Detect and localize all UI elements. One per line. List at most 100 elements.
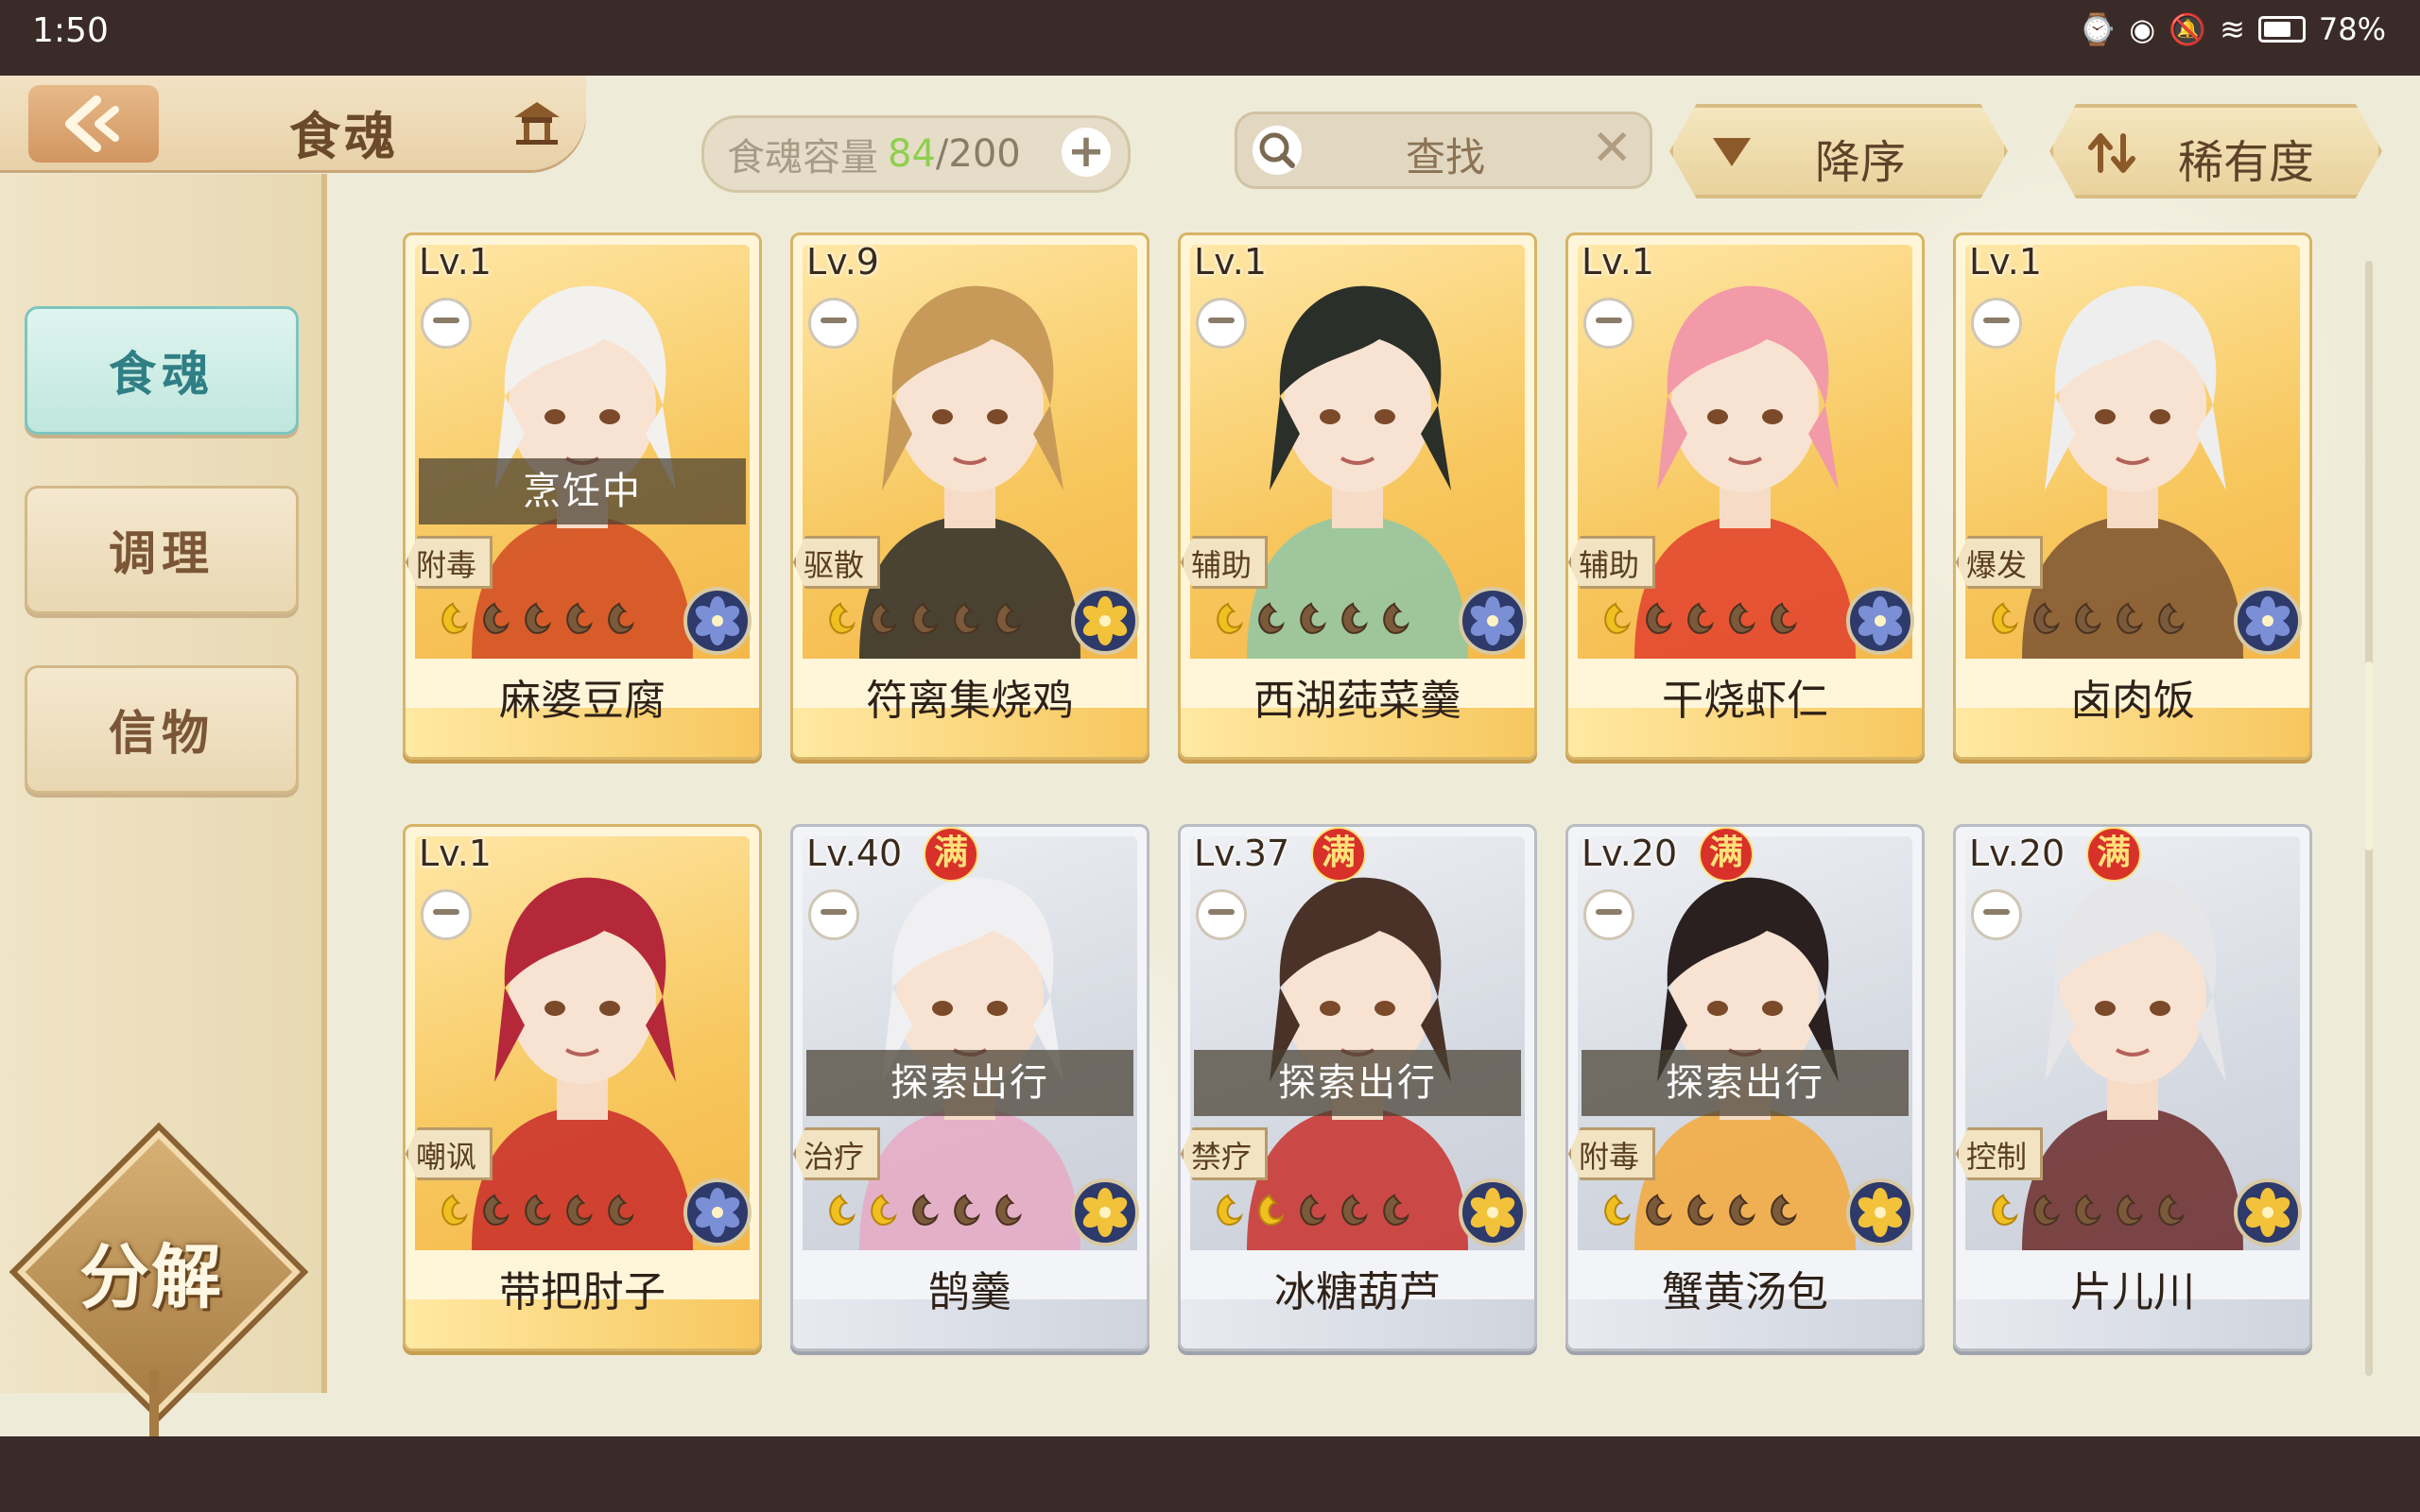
level-label: Lv.9 [806,241,879,283]
bowl-icon [1196,889,1247,940]
star-filled-icon [1217,602,1243,634]
star-empty-icon [2117,1194,2143,1226]
role-tag: 治疗 [793,1127,880,1180]
game-screen: 食魂 食魂容量 84 / 200 + 查找 ✕ 降序 稀有度 食魂 调理 信物 … [0,76,2420,1436]
bowl-icon [1971,298,2022,349]
bowl-icon [808,889,859,940]
star-empty-icon [1300,1194,1326,1226]
star-empty-icon [1383,602,1409,634]
sort-order-label: 降序 [1815,136,1907,189]
star-empty-icon [608,602,634,634]
role-tag: 附毒 [1568,1127,1655,1180]
decompose-label[interactable]: 分解 [79,1221,223,1322]
food-soul-name: 片儿川 [2070,1268,2195,1316]
clear-search-icon[interactable]: ✕ [1591,120,1633,177]
expand-capacity-button[interactable]: + [1062,128,1111,177]
food-soul-card[interactable]: Lv.20 满探索出行 附毒 蟹黄汤包 [1565,824,1925,1351]
star-empty-icon [1729,1194,1755,1226]
star-empty-icon [1729,602,1755,634]
star-empty-icon [2033,1194,2060,1226]
star-empty-icon [2033,602,2060,634]
capacity-separator: / [935,132,949,176]
sort-order-button[interactable]: 降序 [1669,104,2008,198]
search-box[interactable]: 查找 ✕ [1235,112,1652,189]
food-soul-card[interactable]: Lv.1 嘲讽 带把肘子 [403,824,762,1351]
level-label: Lv.1 [419,833,492,874]
card-status: 烹饪中 [419,458,746,524]
card-status: 探索出行 [806,1050,1133,1116]
clock: 1:50 [32,11,109,50]
star-empty-icon [1771,602,1797,634]
food-soul-name: 冰糖葫芦 [1274,1268,1441,1316]
food-soul-name: 西湖莼菜羹 [1253,677,1461,725]
star-empty-icon [2158,602,2185,634]
star-rating [1984,1192,2188,1229]
scrollbar-thumb[interactable] [2365,662,2373,850]
food-soul-name: 蟹黄汤包 [1662,1268,1828,1316]
food-soul-card[interactable]: Lv.1 辅助 西湖莼菜羹 [1178,232,1537,760]
food-soul-card[interactable]: Lv.9 驱散 符离集烧鸡 [790,232,1150,760]
level-label: Lv.1 [419,241,492,283]
food-soul-card[interactable]: Lv.1 烹饪中 附毒 麻婆豆腐 [403,232,762,760]
food-soul-name: 干烧虾仁 [1662,677,1828,725]
max-badge: 满 [924,827,978,882]
star-empty-icon [1771,1194,1797,1226]
title-bar: 食魂 [0,76,586,170]
role-tag: 辅助 [1181,536,1268,589]
system-status-bar: 1:50 ⌚ ◉ 🔕 ≋ 78% [0,0,2420,76]
sort-field-label: 稀有度 [2178,136,2315,189]
sort-field-button[interactable]: 稀有度 [2049,104,2382,198]
star-filled-icon [441,1194,468,1226]
star-rating [434,1192,638,1229]
food-soul-card[interactable]: Lv.1 辅助 干烧虾仁 [1565,232,1925,760]
search-input[interactable]: 查找 [1406,126,1485,183]
max-badge: 满 [1311,827,1366,882]
star-empty-icon [954,1194,980,1226]
food-soul-name: 带把肘子 [499,1268,666,1316]
food-soul-card[interactable]: Lv.20 满控制 片儿川 [1953,824,2312,1351]
tab-tokens[interactable]: 信物 [25,665,299,794]
star-empty-icon [995,1194,1022,1226]
battery-icon [2257,16,2306,43]
star-empty-icon [1383,1194,1409,1226]
page-title: 食魂 [289,107,399,166]
star-empty-icon [995,602,1022,634]
blue-flower-icon [683,1178,752,1246]
bowl-icon [1583,298,1634,349]
blue-flower-icon [1846,587,1914,655]
star-empty-icon [2075,1194,2101,1226]
level-label: Lv.1 [1969,241,2042,283]
tab-food-souls[interactable]: 食魂 [25,306,299,435]
battery-level: 78% [2318,11,2386,47]
mute-icon: 🔕 [2169,11,2207,47]
level-label: Lv.20 [1582,833,1678,874]
bowl-icon [1971,889,2022,940]
star-empty-icon [1341,602,1368,634]
capacity-max: 200 [948,132,1021,176]
bowl-icon [421,889,472,940]
bowl-icon [1196,298,1247,349]
star-empty-icon [2158,1194,2185,1226]
food-soul-name: 卤肉饭 [2070,677,2195,725]
food-soul-name: 鹄羹 [928,1268,1011,1316]
star-empty-icon [1687,1194,1714,1226]
star-filled-icon [829,1194,856,1226]
star-empty-icon [2075,602,2101,634]
food-soul-card[interactable]: Lv.1 爆发 卤肉饭 [1953,232,2312,760]
back-button[interactable] [28,85,159,163]
tab-conditioning[interactable]: 调理 [25,486,299,614]
food-soul-card[interactable]: Lv.37 满探索出行 禁疗 冰糖葫芦 [1178,824,1537,1351]
gold-flower-icon [1846,1178,1914,1246]
star-empty-icon [912,602,939,634]
star-empty-icon [1646,1194,1672,1226]
star-filled-icon [1604,1194,1631,1226]
role-tag: 禁疗 [1181,1127,1268,1180]
eye-icon: ◉ [2129,11,2156,47]
food-soul-card[interactable]: Lv.40 满探索出行 治疗 鹄羹 [790,824,1150,1351]
swap-arrows-icon [2088,133,2135,173]
star-empty-icon [525,1194,551,1226]
bowl-icon [1583,889,1634,940]
star-rating [821,1192,1026,1229]
role-tag: 驱散 [793,536,880,589]
pavilion-icon[interactable] [510,98,563,146]
